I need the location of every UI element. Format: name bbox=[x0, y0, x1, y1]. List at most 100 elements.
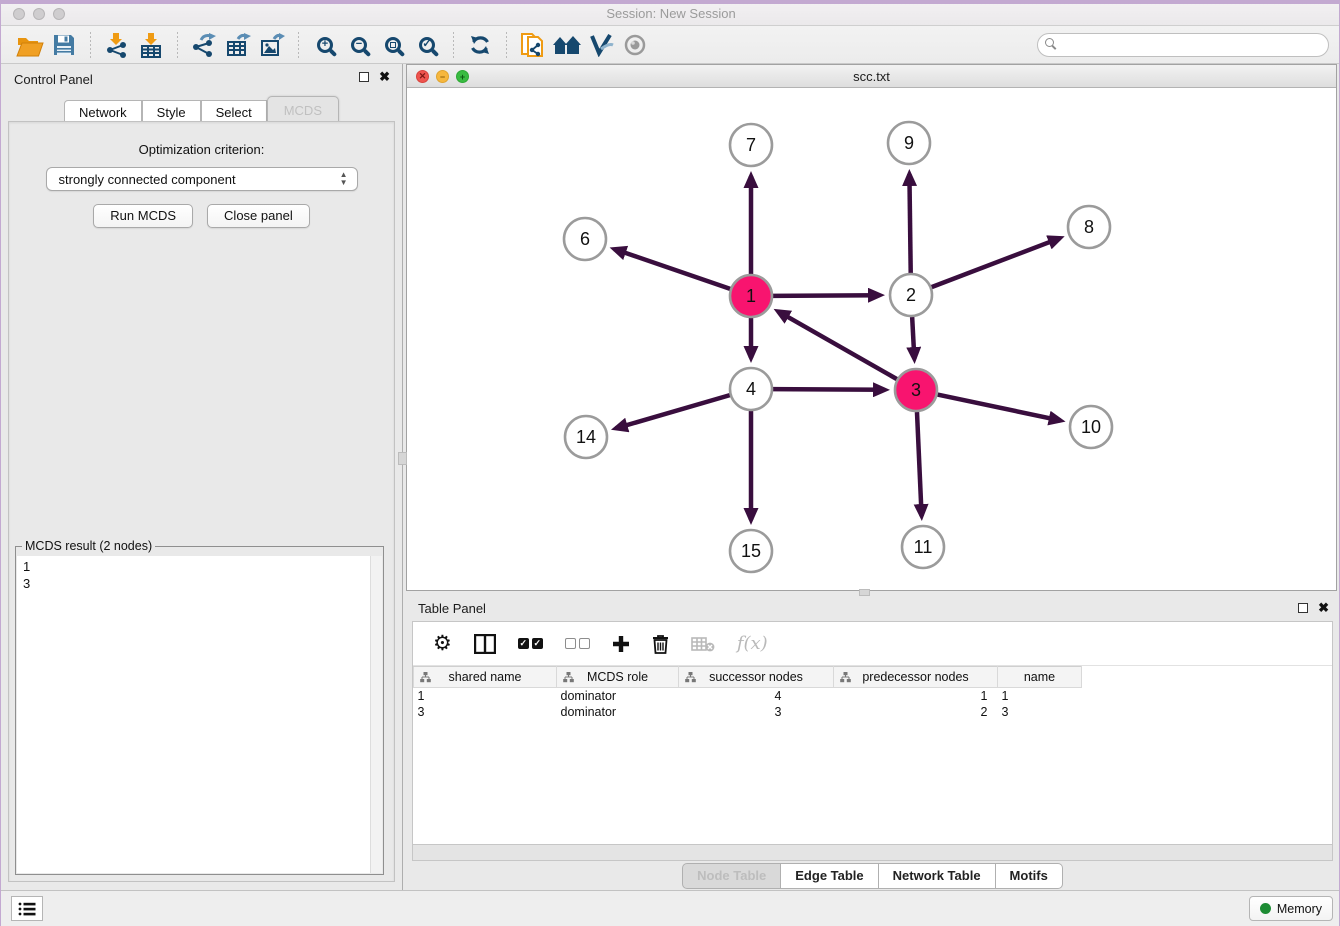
zoom-out-button[interactable]: − bbox=[342, 30, 376, 60]
table-row[interactable]: 3 dominator 3 2 3 bbox=[414, 704, 1082, 720]
search-field-wrap bbox=[1037, 33, 1329, 57]
graph-edge-1-6[interactable] bbox=[614, 249, 730, 289]
unchecked-box-icon bbox=[565, 638, 576, 649]
table-settings-button[interactable]: ⚙ bbox=[433, 634, 452, 654]
node-table[interactable]: shared name MCDS role successor nodes pr… bbox=[413, 666, 1082, 720]
column-header-shared-name[interactable]: shared name bbox=[414, 667, 557, 688]
select-all-button[interactable]: ✓ ✓ bbox=[518, 638, 543, 649]
close-table-panel-icon[interactable]: ✖ bbox=[1318, 603, 1329, 613]
column-header-name[interactable]: name bbox=[998, 667, 1082, 688]
network-window-title: scc.txt bbox=[407, 69, 1336, 84]
float-table-panel-icon[interactable] bbox=[1298, 603, 1308, 613]
delete-column-button[interactable] bbox=[652, 634, 669, 654]
export-table-button[interactable] bbox=[221, 30, 255, 60]
graph-node-label-11: 11 bbox=[914, 537, 933, 557]
run-mcds-button[interactable]: Run MCDS bbox=[93, 204, 193, 228]
tab-edge-table[interactable]: Edge Table bbox=[781, 863, 878, 889]
graph-node-label-7: 7 bbox=[746, 135, 756, 155]
toolbar-separator bbox=[453, 32, 454, 58]
graph-node-label-3: 3 bbox=[911, 380, 921, 400]
memory-label: Memory bbox=[1277, 902, 1322, 916]
function-builder-button[interactable]: f(x) bbox=[737, 633, 768, 654]
plus-icon bbox=[612, 635, 630, 653]
clone-network-button[interactable] bbox=[516, 30, 550, 60]
zoom-fit-button[interactable] bbox=[376, 30, 410, 60]
show-style-button[interactable] bbox=[584, 30, 618, 60]
add-column-button[interactable] bbox=[612, 635, 630, 653]
graph-edge-1-2[interactable] bbox=[773, 295, 880, 296]
tab-motifs[interactable]: Motifs bbox=[996, 863, 1063, 889]
graph-edge-3-1[interactable] bbox=[778, 311, 897, 379]
home-button[interactable] bbox=[550, 30, 584, 60]
graph-node-label-1: 1 bbox=[746, 286, 756, 306]
network-document-window: ✕ − + scc.txt 7968124314101511 bbox=[406, 64, 1337, 591]
optimization-criterion-label: Optimization criterion: bbox=[9, 142, 394, 157]
close-panel-button[interactable]: Close panel bbox=[207, 204, 310, 228]
home-icon bbox=[552, 33, 582, 57]
result-scrollbar[interactable] bbox=[370, 556, 382, 873]
horizontal-splitter-handle[interactable] bbox=[859, 589, 870, 596]
hide-graphics-details-button[interactable] bbox=[618, 30, 652, 60]
zoom-selected-button[interactable]: ✓ bbox=[410, 30, 444, 60]
graph-edge-2-8[interactable] bbox=[932, 238, 1060, 287]
export-table-icon bbox=[225, 32, 251, 58]
show-panels-button[interactable] bbox=[11, 896, 43, 921]
mcds-result-list[interactable]: 1 3 bbox=[17, 556, 382, 873]
column-header-successor-nodes[interactable]: successor nodes bbox=[679, 667, 834, 688]
save-icon bbox=[52, 33, 76, 57]
search-input[interactable] bbox=[1037, 33, 1329, 57]
tab-network-table[interactable]: Network Table bbox=[879, 863, 996, 889]
control-panel-header: Control Panel ✖ bbox=[1, 64, 402, 94]
import-network-button[interactable] bbox=[100, 30, 134, 60]
save-session-button[interactable] bbox=[47, 30, 81, 60]
export-image-button[interactable] bbox=[255, 30, 289, 60]
toolbar-separator bbox=[506, 32, 507, 58]
column-header-predecessor-nodes[interactable]: predecessor nodes bbox=[834, 667, 998, 688]
mcds-result-item: 3 bbox=[23, 575, 382, 592]
unselect-all-button[interactable] bbox=[565, 638, 590, 649]
clone-network-icon bbox=[520, 31, 546, 59]
export-network-button[interactable] bbox=[187, 30, 221, 60]
zoom-in-icon: + bbox=[317, 37, 333, 53]
vertical-splitter-handle[interactable] bbox=[398, 452, 407, 465]
import-table-button[interactable] bbox=[134, 30, 168, 60]
network-graph[interactable]: 7968124314101511 bbox=[407, 88, 1336, 590]
graph-edge-3-11[interactable] bbox=[917, 412, 922, 516]
fx-icon: f(x) bbox=[737, 633, 768, 654]
table-panel: Table Panel ✖ ⚙ ✓ ✓ bbox=[404, 595, 1340, 890]
refresh-button[interactable] bbox=[463, 30, 497, 60]
graph-edge-2-9[interactable] bbox=[909, 174, 910, 273]
hierarchy-icon bbox=[420, 672, 431, 683]
column-header-mcds-role[interactable]: MCDS role bbox=[557, 667, 679, 688]
graph-edge-4-3[interactable] bbox=[773, 389, 885, 390]
toolbar-separator bbox=[298, 32, 299, 58]
open-session-button[interactable] bbox=[13, 30, 47, 60]
gear-icon: ⚙ bbox=[433, 634, 452, 654]
table-row[interactable]: 1 dominator 4 1 1 bbox=[414, 688, 1082, 704]
graph-node-label-15: 15 bbox=[741, 541, 761, 561]
close-panel-icon[interactable]: ✖ bbox=[379, 72, 390, 82]
float-panel-icon[interactable] bbox=[359, 72, 369, 82]
open-folder-icon bbox=[16, 32, 44, 58]
graph-node-label-2: 2 bbox=[906, 285, 916, 305]
search-icon bbox=[1045, 38, 1054, 47]
graph-node-label-10: 10 bbox=[1081, 417, 1101, 437]
network-canvas[interactable]: 7968124314101511 bbox=[407, 88, 1336, 590]
delete-table-button[interactable] bbox=[691, 636, 715, 652]
memory-button[interactable]: Memory bbox=[1249, 896, 1333, 921]
graph-edge-4-14[interactable] bbox=[616, 395, 730, 428]
select-stepper-icon: ▲▼ bbox=[340, 171, 348, 187]
zoom-in-button[interactable]: + bbox=[308, 30, 342, 60]
criterion-select[interactable]: strongly connected component ▲▼ bbox=[46, 167, 358, 191]
table-toolbar: ⚙ ✓ ✓ bbox=[413, 622, 1332, 666]
table-horizontal-scrollbar[interactable] bbox=[412, 845, 1333, 861]
graph-edge-2-3[interactable] bbox=[912, 317, 914, 359]
graph-node-label-6: 6 bbox=[580, 229, 590, 249]
table-panel-tabs: Node Table Edge Table Network Table Moti… bbox=[404, 863, 1340, 889]
mcds-tab-panel: Optimization criterion: strongly connect… bbox=[8, 121, 395, 882]
graph-edge-3-10[interactable] bbox=[938, 395, 1061, 421]
tab-node-table[interactable]: Node Table bbox=[682, 863, 781, 889]
node-table-container: ⚙ ✓ ✓ bbox=[412, 621, 1333, 845]
network-window-titlebar[interactable]: ✕ − + scc.txt bbox=[407, 65, 1336, 88]
column-layout-button[interactable] bbox=[474, 634, 496, 654]
